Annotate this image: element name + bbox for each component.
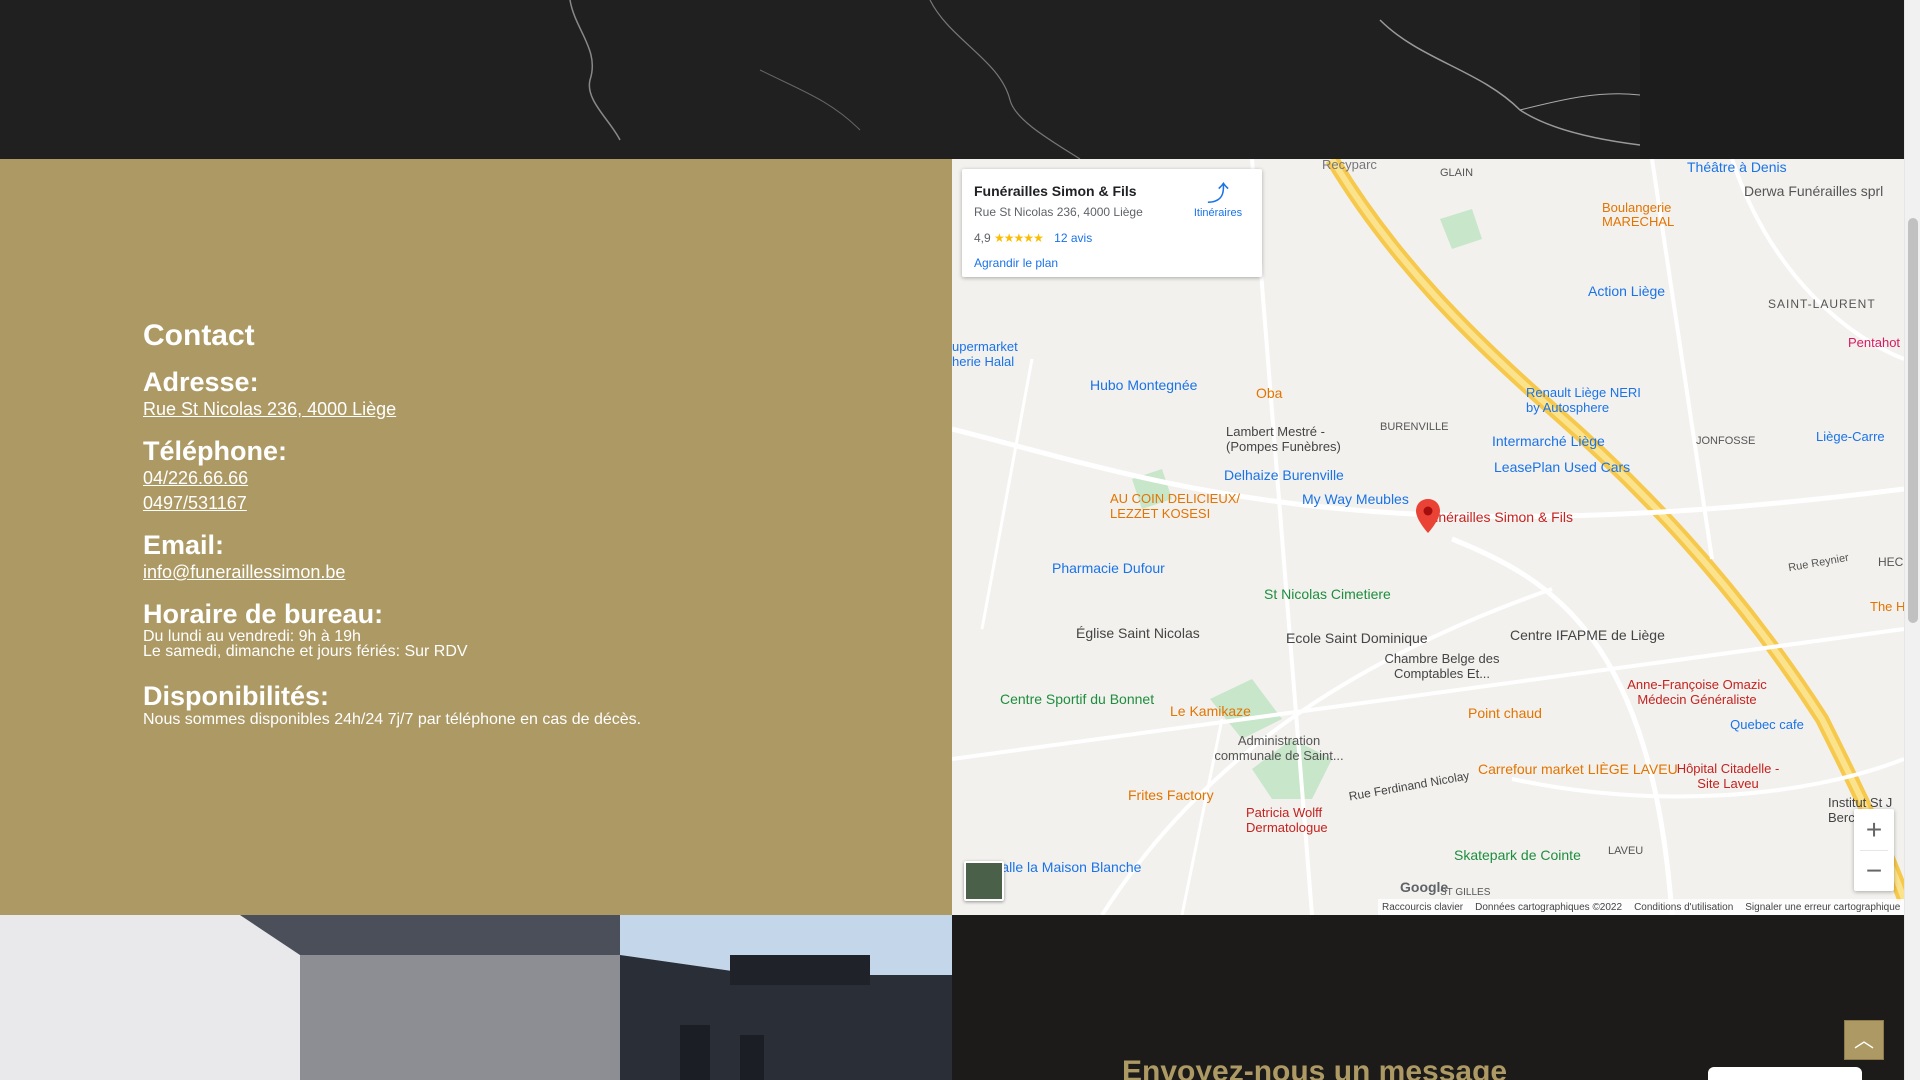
phone-link-1[interactable]: 04/226.66.66 — [143, 466, 248, 491]
map-label[interactable]: Skatepark de Cointe — [1454, 847, 1581, 863]
map-label[interactable]: Ecole Saint Dominique — [1286, 630, 1428, 646]
address-link[interactable]: Rue St Nicolas 236, 4000 Liège — [143, 397, 396, 422]
terms-link[interactable]: Conditions d'utilisation — [1634, 902, 1733, 913]
map-attribution: Raccourcis clavier Données cartographiqu… — [1378, 899, 1904, 915]
satellite-toggle[interactable] — [964, 861, 1004, 901]
map-label: HEC — [1878, 555, 1904, 569]
map-label: GLAIN — [1440, 167, 1474, 179]
scrollbar[interactable] — [1904, 0, 1920, 1080]
map-label[interactable]: The Hu — [1870, 599, 1904, 614]
map-label[interactable]: Boulangerie MARECHAL — [1602, 201, 1692, 229]
map-label[interactable]: Recyparc — [1322, 159, 1377, 172]
map-label[interactable]: Oba — [1256, 385, 1282, 401]
map-label: LAVEU — [1608, 845, 1644, 857]
map-place-card: Funérailles Simon & Fils Rue St Nicolas … — [962, 169, 1262, 277]
map-label[interactable]: LeasePlan Used Cars — [1494, 459, 1630, 475]
map-label: JONFOSSE — [1696, 435, 1756, 447]
map-label[interactable]: Pentahot — [1848, 335, 1900, 350]
enlarge-map-link[interactable]: Agrandir le plan — [974, 256, 1250, 270]
star-rating-icon: ★★★★★ — [994, 231, 1044, 245]
map-label[interactable]: Frites Factory — [1128, 787, 1214, 803]
message-section: Envoyez-nous un message — [952, 915, 1904, 1080]
map-label[interactable]: AU COIN DELICIEUX/ LEZZET KOSESI — [1110, 491, 1250, 521]
place-rating: 4,9 — [974, 231, 991, 245]
building-illustration — [0, 915, 952, 1080]
marble-texture — [0, 0, 1640, 159]
map-label[interactable]: Le Kamikaze — [1170, 703, 1251, 719]
map-label[interactable]: Centre IFAPME de Liège — [1510, 627, 1665, 643]
chevron-up-icon: ︿ — [1854, 1030, 1874, 1052]
map-label[interactable]: Pharmacie Dufour — [1052, 560, 1165, 576]
map-label[interactable]: Centre Sportif du Bonnet — [1000, 691, 1154, 707]
map-label[interactable]: Patricia Wolff Dermatologue — [1246, 805, 1356, 835]
hours-line-2: Le samedi, dimanche et jours fériés: Sur… — [143, 643, 468, 660]
page: Contact Adresse: Rue St Nicolas 236, 400… — [0, 0, 1920, 1080]
map-zoom-controls: + − — [1854, 809, 1894, 891]
report-error-link[interactable]: Signaler une erreur cartographique — [1745, 902, 1900, 913]
directions-button[interactable]: ⤴ Itinéraires — [1186, 181, 1250, 219]
map-label[interactable]: Renault Liège NERI by Autosphere — [1526, 385, 1646, 415]
map-label[interactable]: Hubo Montegnée — [1090, 377, 1197, 393]
directions-label: Itinéraires — [1193, 207, 1243, 219]
map-label[interactable]: Quebec cafe — [1712, 717, 1822, 732]
map-label[interactable]: St Nicolas Cimetiere — [1264, 586, 1391, 602]
contact-title: Contact — [143, 319, 255, 352]
zoom-in-button[interactable]: + — [1854, 809, 1894, 850]
map-label[interactable]: Point chaud — [1468, 705, 1542, 721]
map-label[interactable]: upermarket herie Halal — [952, 339, 1024, 369]
map-label[interactable]: Théâtre à Denis — [1687, 159, 1787, 175]
place-reviews-link[interactable]: 12 avis — [1054, 231, 1092, 245]
google-map[interactable]: Recyparc GLAIN Théâtre à Denis Derwa Fun… — [952, 159, 1904, 915]
place-rating-row: 4,9 ★★★★★ 12 avis — [974, 231, 1250, 245]
map-label[interactable]: Action Liège — [1588, 283, 1665, 299]
form-field[interactable] — [1708, 1067, 1862, 1080]
map-label[interactable]: Delhaize Burenville — [1224, 467, 1344, 483]
hero-right-dark — [1640, 0, 1904, 159]
message-heading: Envoyez-nous un message — [1122, 1055, 1508, 1080]
map-label[interactable]: Hôpital Citadelle - Site Laveu — [1668, 761, 1788, 791]
map-label[interactable]: Salle la Maison Blanche — [992, 859, 1141, 875]
map-label[interactable]: Derwa Funérailles sprl — [1744, 183, 1883, 199]
phone-link-2[interactable]: 0497/531167 — [143, 491, 247, 516]
contact-panel: Contact Adresse: Rue St Nicolas 236, 400… — [0, 159, 952, 915]
map-label: BURENVILLE — [1380, 421, 1449, 433]
hero-banner — [0, 0, 1640, 159]
email-link[interactable]: info@funeraillessimon.be — [143, 560, 345, 585]
map-label[interactable]: Intermarché Liège — [1492, 433, 1605, 449]
map-label[interactable]: Chambre Belge des Comptables Et... — [1372, 651, 1512, 681]
zoom-out-button[interactable]: − — [1854, 850, 1894, 891]
google-logo: Google — [1400, 879, 1449, 895]
keyboard-shortcuts-link[interactable]: Raccourcis clavier — [1382, 902, 1463, 913]
map-label[interactable]: Carrefour market LIÈGE LAVEU — [1478, 761, 1678, 777]
email-heading: Email: — [143, 530, 225, 560]
map-label: SAINT-LAURENT — [1768, 297, 1876, 311]
scrollbar-thumb[interactable] — [1908, 218, 1918, 623]
map-label[interactable]: Église Saint Nicolas — [1076, 625, 1200, 641]
phone-heading: Téléphone: — [143, 436, 288, 466]
availability-text: Nous sommes disponibles 24h/24 7j/7 par … — [143, 711, 642, 728]
address-heading: Adresse: — [143, 367, 259, 397]
map-label[interactable]: Funérailles Simon & Fils — [1422, 509, 1573, 525]
directions-icon: ⤴ — [1206, 181, 1229, 206]
map-label[interactable]: My Way Meubles — [1302, 491, 1409, 507]
map-label[interactable]: Liège-Carre — [1816, 429, 1885, 444]
building-photo — [0, 915, 952, 1080]
map-label[interactable]: Administration communale de Saint... — [1214, 733, 1344, 763]
scroll-to-top-button[interactable]: ︿ — [1844, 1020, 1884, 1060]
map-label[interactable]: Anne-Françoise Omazic Médecin Généralist… — [1612, 677, 1782, 707]
hours-heading: Horaire de bureau: — [143, 599, 384, 629]
map-label[interactable]: Lambert Mestré - (Pompes Funèbres) — [1226, 424, 1366, 454]
hours-line-1: Du lundi au vendredi: 9h à 19h — [143, 628, 361, 645]
location-pin-icon[interactable] — [1416, 499, 1440, 533]
availability-heading: Disponibilités: — [143, 681, 330, 711]
map-data-credit: Données cartographiques ©2022 — [1475, 901, 1623, 913]
